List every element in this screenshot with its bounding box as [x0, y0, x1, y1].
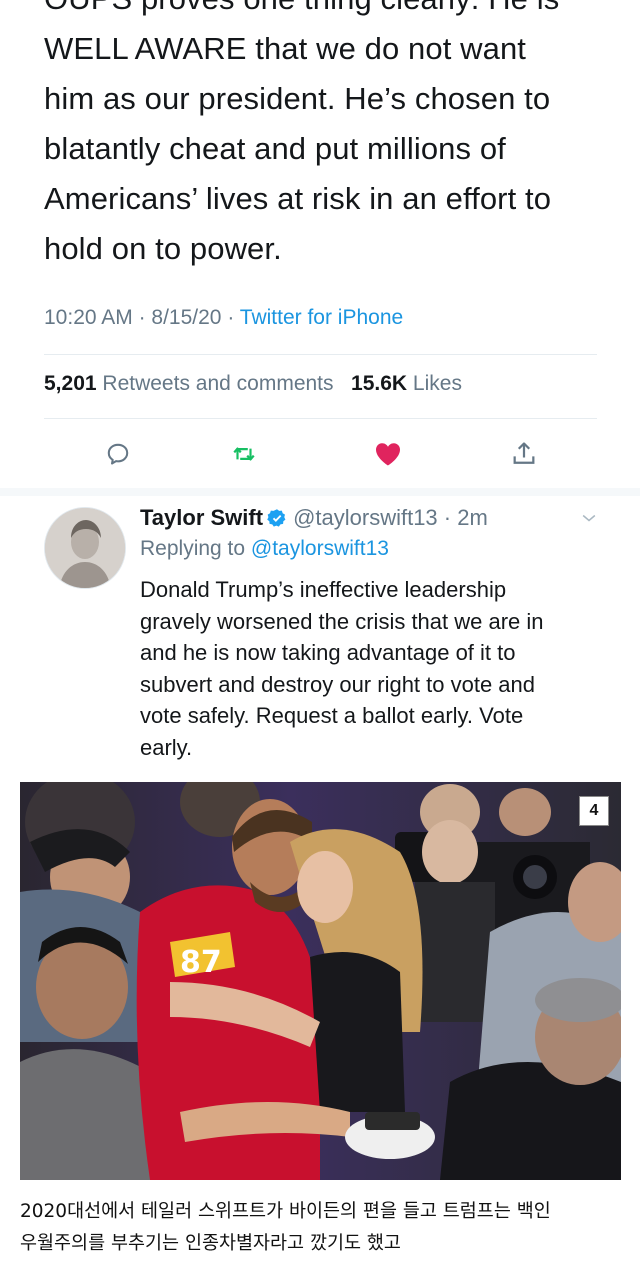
tweet-text-line: WELL AWARE that we do not want — [44, 31, 527, 66]
reply-text-line: Donald Trump’s ineffective leadership — [140, 577, 507, 602]
like-icon — [376, 443, 400, 466]
replying-prefix: Replying to — [140, 537, 246, 560]
tweet-client-link[interactable]: Twitter for iPhone — [240, 306, 403, 329]
jersey-number: 87 — [180, 945, 222, 980]
reply-header: Taylor Swift @taylorswift13 · 2m — [140, 505, 488, 531]
share-button[interactable] — [502, 432, 546, 476]
tweet-action-bar — [44, 432, 597, 476]
meta-separator: · — [227, 306, 240, 329]
tweet-text-line: OUPS proves one thing clearly: He is — [44, 0, 614, 24]
reply-text: Donald Trump’s ineffective leadership gr… — [140, 574, 610, 763]
avatar-photo — [45, 508, 125, 588]
reply-text-line: subvert and destroy our right to vote an… — [140, 671, 536, 697]
share-icon — [513, 442, 535, 464]
reply-time[interactable]: 2m — [457, 505, 488, 530]
retweet-icon — [233, 447, 255, 461]
news-photo: 87 4 — [20, 782, 621, 1180]
retweets-label: Retweets and comments — [102, 372, 334, 395]
photo-caption: 2020대선에서 테일러 스위프트가 바이든의 편을 들고 트럼프는 백인 우월… — [20, 1196, 625, 1260]
photo-index-badge: 4 — [579, 796, 609, 826]
tweet-text: OUPS proves one thing clearly: He is WEL… — [44, 0, 614, 274]
photo-illustration: 87 — [20, 782, 621, 1180]
tweet-text-line: blatantly cheat and put millions of — [44, 131, 506, 166]
author-name[interactable]: Taylor Swift — [140, 505, 263, 530]
retweet-button[interactable] — [222, 432, 266, 476]
reply-text-line: early. — [140, 734, 193, 760]
replying-to: Replying to @taylorswift13 — [140, 537, 389, 561]
engagement-counts: 5,201 Retweets and comments 15.6K Likes — [44, 372, 462, 396]
reply-text-line: and he is now taking advantage of it to — [140, 640, 516, 665]
tweet-menu-button[interactable] — [578, 508, 600, 533]
replying-to-link[interactable]: @taylorswift13 — [251, 537, 389, 560]
reply-text-line: gravely worsened the crisis that we are … — [140, 608, 544, 634]
like-button[interactable] — [366, 432, 410, 476]
tweet-metadata: 10:20 AM · 8/15/20 · Twitter for iPhone — [44, 306, 403, 330]
retweets-stat[interactable]: 5,201 Retweets and comments — [44, 372, 334, 395]
verified-icon — [267, 509, 286, 527]
meta-separator: · — [437, 505, 458, 530]
tweet-text-line: him as our president. He’s chosen to — [44, 81, 551, 116]
caption-line: 우월주의를 부추기는 인종차별자라고 깠기도 했고 — [20, 1233, 401, 1254]
tweet-time[interactable]: 10:20 AM — [44, 306, 133, 329]
likes-label: Likes — [412, 372, 462, 395]
meta-separator: · — [138, 306, 152, 329]
divider — [44, 354, 597, 355]
caption-line: 2020대선에서 테일러 스위프트가 바이든의 편을 들고 트럼프는 백인 — [20, 1201, 551, 1222]
tweet-text-line: Americans’ lives at risk in an effort to — [44, 181, 552, 216]
likes-count: 15.6K — [351, 372, 408, 395]
tweet-separator — [0, 488, 640, 496]
tweet-text-line: hold on to power. — [44, 231, 282, 266]
reply-button[interactable] — [96, 432, 140, 476]
reply-icon — [107, 443, 129, 465]
likes-stat[interactable]: 15.6K Likes — [351, 372, 462, 395]
divider — [44, 418, 597, 419]
author-handle[interactable]: @taylorswift13 — [293, 505, 438, 530]
reply-text-line: vote safely. Request a ballot early. Vot… — [140, 703, 524, 728]
chevron-down-icon — [582, 514, 596, 522]
retweets-count: 5,201 — [44, 372, 97, 395]
avatar[interactable] — [44, 507, 126, 589]
tweet-date[interactable]: 8/15/20 — [151, 306, 221, 329]
